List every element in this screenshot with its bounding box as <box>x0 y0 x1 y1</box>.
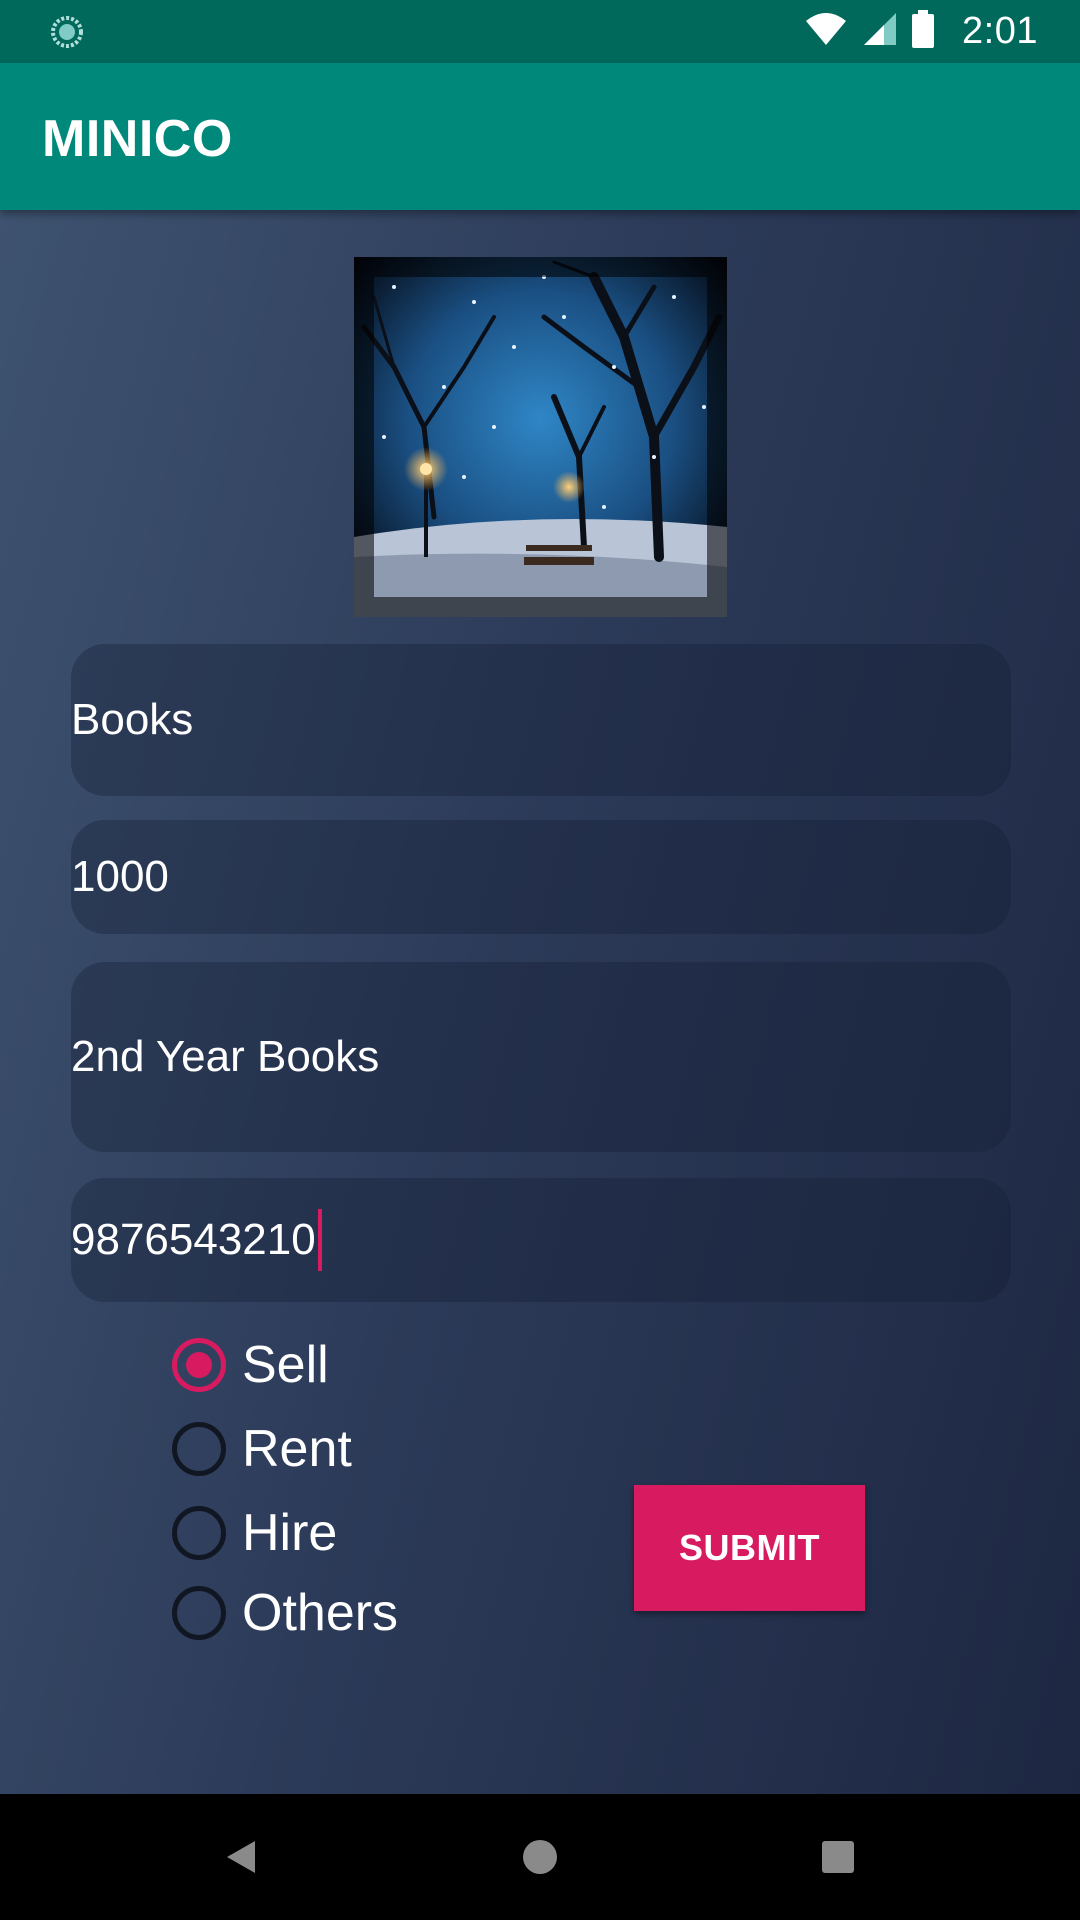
sync-icon <box>48 14 86 50</box>
status-bar: 2:01 <box>0 0 1080 63</box>
description-field[interactable]: 2nd Year Books <box>71 962 1011 1152</box>
status-icons: 2:01 <box>804 0 1038 63</box>
radio-label: Rent <box>242 1420 352 1478</box>
app-title: MINICO <box>42 110 233 168</box>
radio-label: Hire <box>242 1504 338 1562</box>
phone-value: 9876543210 <box>71 1215 316 1264</box>
recents-icon[interactable] <box>805 1824 871 1890</box>
radio-option-hire[interactable]: Hire <box>172 1503 592 1563</box>
phone-field[interactable]: 9876543210 <box>71 1178 1011 1302</box>
app-bar: MINICO <box>0 63 1080 210</box>
item-photo[interactable] <box>354 257 727 617</box>
description-value: 2nd Year Books <box>71 1032 380 1081</box>
wifi-icon <box>804 11 848 52</box>
navigation-bar <box>0 1794 1080 1920</box>
main-content: Books 1000 2nd Year Books 9876543210 Sel… <box>0 210 1080 1794</box>
back-icon[interactable] <box>208 1824 274 1890</box>
text-cursor <box>317 1209 322 1271</box>
radio-option-rent[interactable]: Rent <box>172 1419 592 1479</box>
radio-option-others[interactable]: Others <box>172 1583 592 1643</box>
battery-icon <box>912 10 935 53</box>
home-icon[interactable] <box>507 1824 573 1890</box>
status-time: 2:01 <box>962 10 1038 52</box>
radio-unchecked-icon <box>172 1422 226 1476</box>
category-field[interactable]: Books <box>71 644 1011 796</box>
radio-option-sell[interactable]: Sell <box>172 1335 592 1395</box>
submit-button[interactable]: SUBMIT <box>634 1485 865 1611</box>
price-field[interactable]: 1000 <box>71 820 1011 934</box>
radio-label: Sell <box>242 1336 329 1394</box>
price-value: 1000 <box>71 852 169 901</box>
screen: 2:01 MINICO Books 1000 2nd Year Books 98… <box>0 0 1080 1920</box>
radio-checked-icon <box>172 1338 226 1392</box>
radio-label: Others <box>242 1584 399 1642</box>
category-value: Books <box>71 695 194 744</box>
radio-unchecked-icon <box>172 1506 226 1560</box>
radio-unchecked-icon <box>172 1586 226 1640</box>
cell-signal-icon <box>862 11 898 52</box>
